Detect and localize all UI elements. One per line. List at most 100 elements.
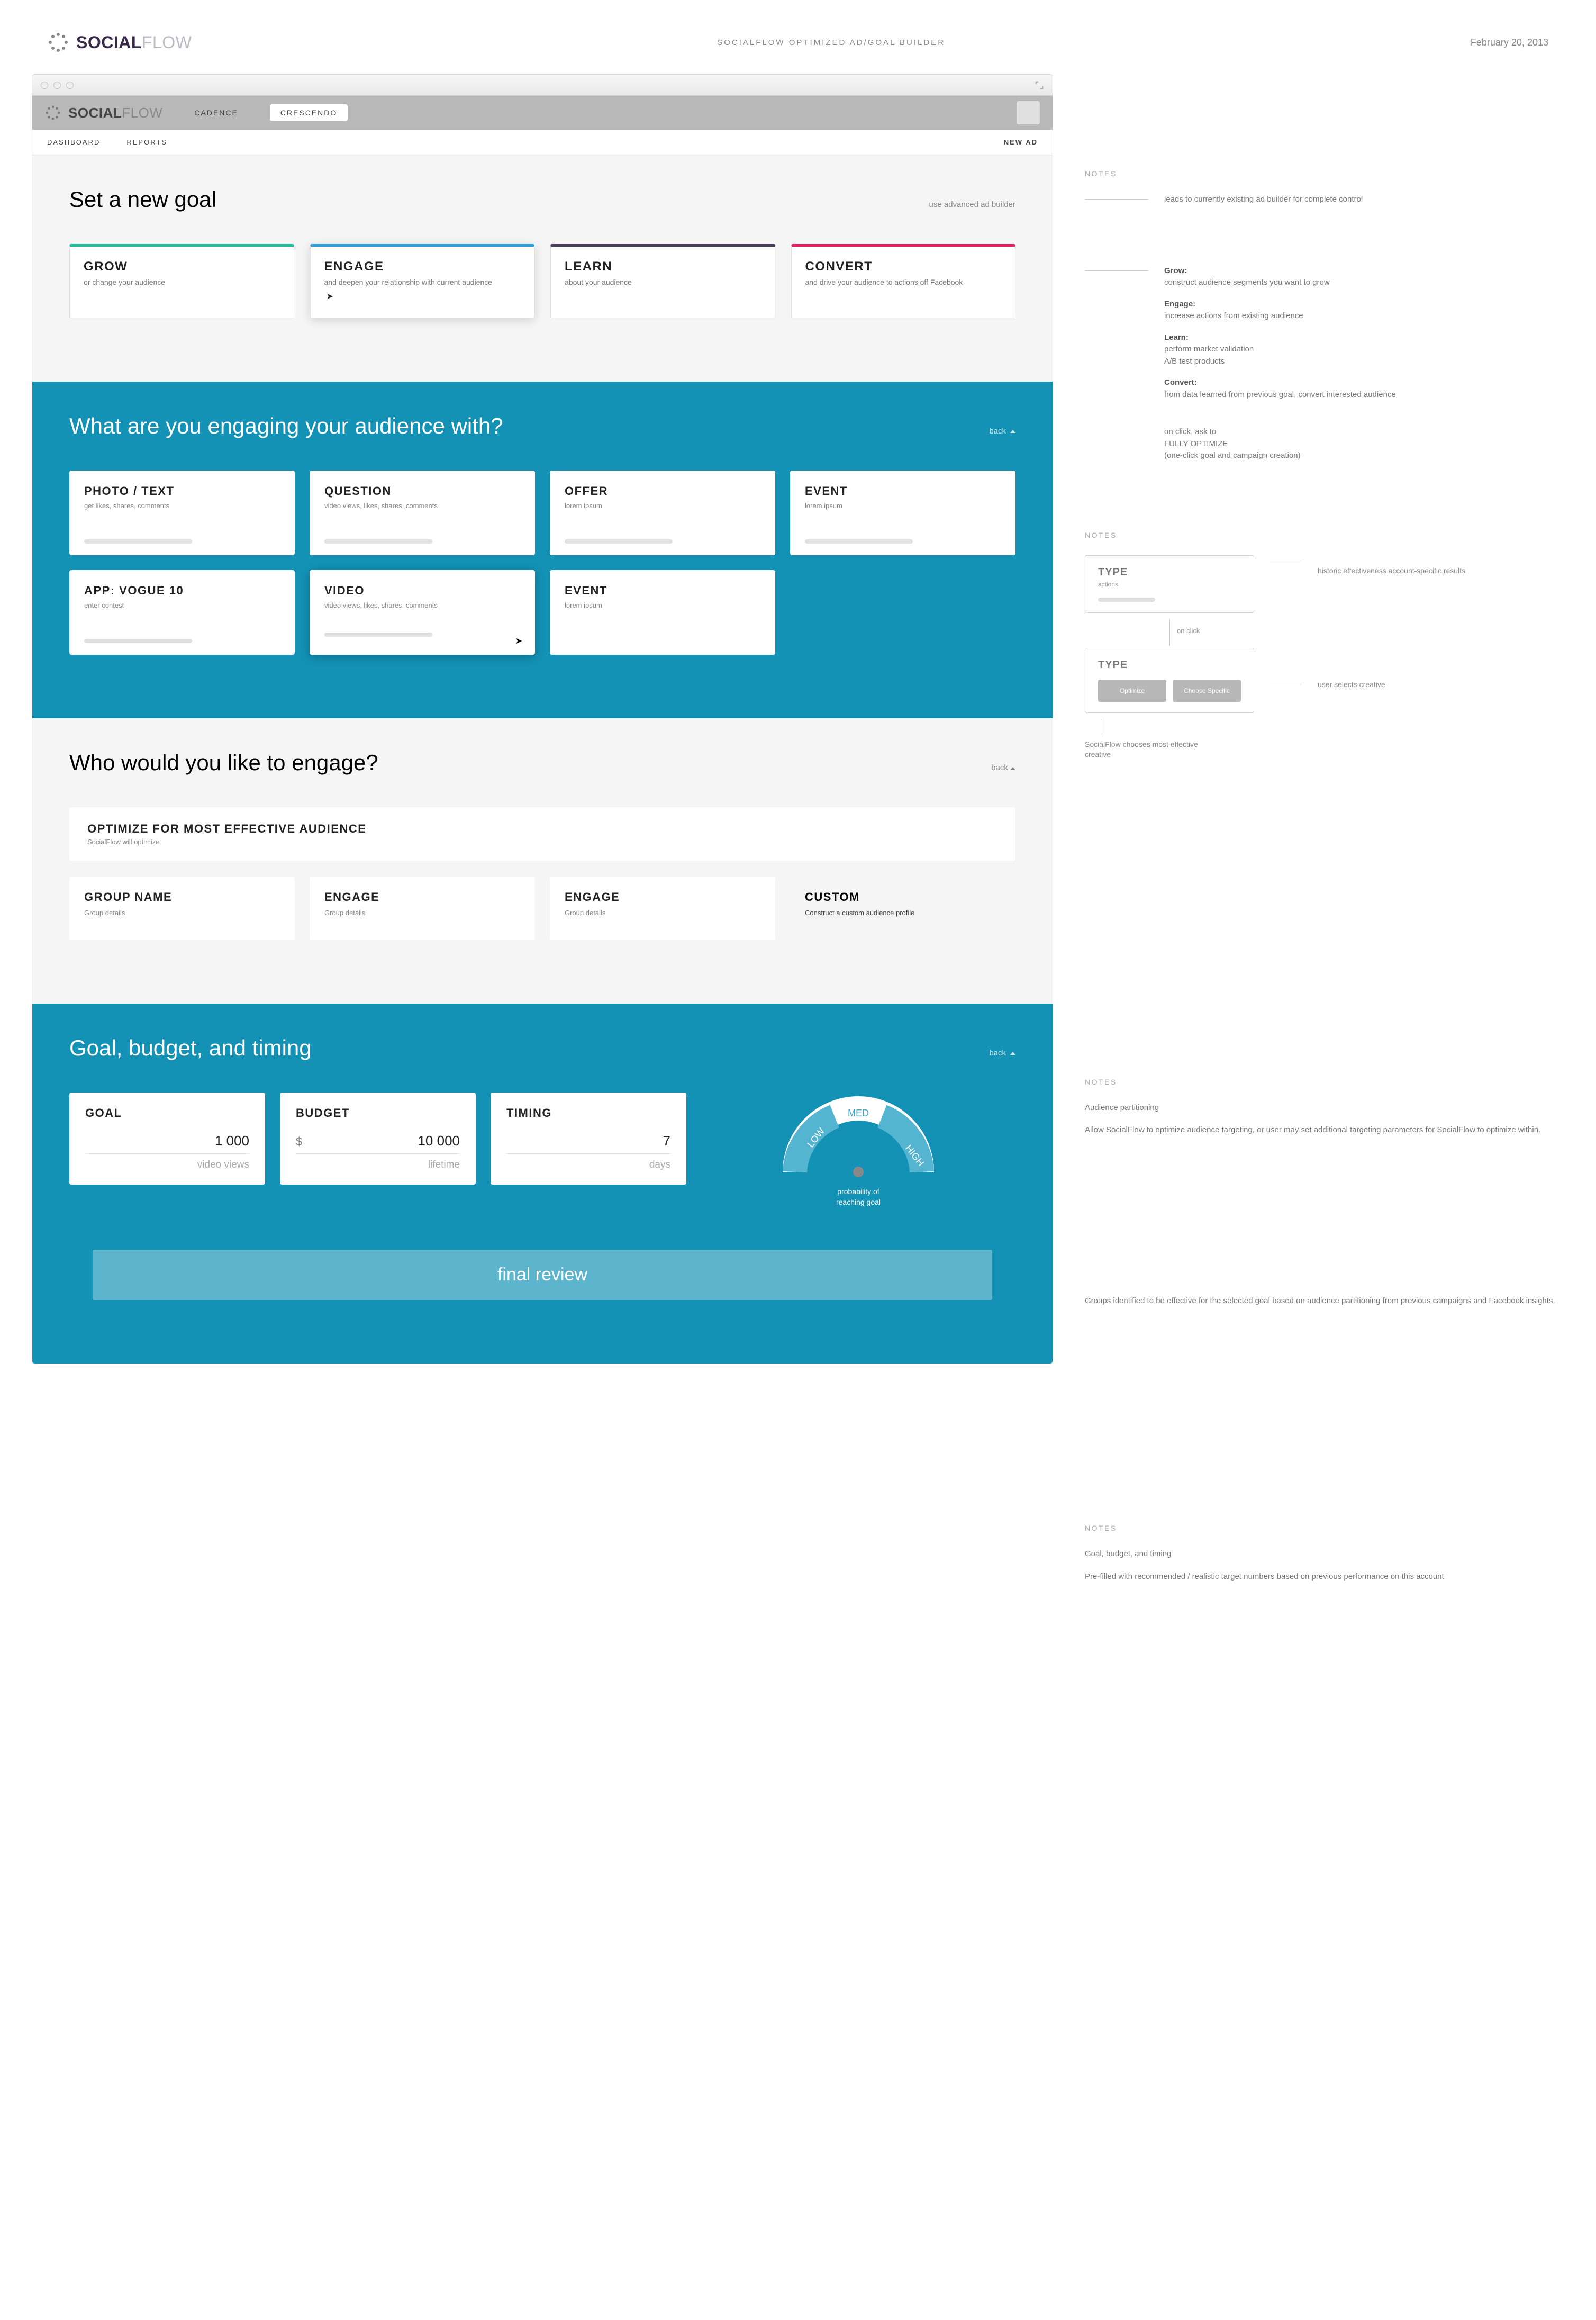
card-subtitle: Construct a custom audience profile <box>805 908 1001 918</box>
card-title: BUDGET <box>296 1106 460 1120</box>
expand-icon[interactable] <box>1035 80 1044 90</box>
card-title: TIMING <box>506 1106 670 1120</box>
engage-card[interactable]: VIDEO video views, likes, shares, comment… <box>310 570 535 655</box>
budget-unit: lifetime <box>296 1159 460 1171</box>
card-subtitle: about your audience <box>565 277 761 288</box>
type-card-expanded: TYPE Optimize Choose Specific <box>1085 648 1254 713</box>
card-title: CUSTOM <box>805 890 1001 904</box>
engage-card[interactable]: OFFER lorem ipsum <box>550 471 775 555</box>
effectiveness-bar <box>84 539 192 544</box>
notes-heading: NOTES <box>1085 1078 1564 1086</box>
card-subtitle: actions <box>1098 581 1241 588</box>
final-review-button[interactable]: final review <box>93 1250 992 1300</box>
notes-heading: NOTES <box>1085 1524 1564 1532</box>
page-date: February 20, 2013 <box>1471 37 1548 48</box>
card-title: GOAL <box>85 1106 249 1120</box>
card-subtitle: and deepen your relationship with curren… <box>324 277 521 288</box>
card-subtitle: lorem ipsum <box>805 501 1001 511</box>
card-title: TYPE <box>1098 659 1241 671</box>
back-link[interactable]: back <box>989 427 1015 436</box>
goal-card-grow[interactable]: GROWor change your audience <box>69 244 294 318</box>
note-text: SocialFlow chooses most effective creati… <box>1085 739 1222 760</box>
gauge-med-label: MED <box>848 1108 869 1118</box>
card-title: QUESTION <box>324 484 520 498</box>
card-subtitle: lorem ipsum <box>565 501 760 511</box>
chevron-up-icon <box>1010 430 1015 433</box>
app-logo: SOCIALFLOW <box>45 105 162 121</box>
optimize-button[interactable]: Optimize <box>1098 680 1166 702</box>
section-set-goal: Set a new goal use advanced ad builder G… <box>32 155 1053 382</box>
window-chrome <box>32 75 1053 96</box>
audience-card-custom[interactable]: CUSTOM Construct a custom audience profil… <box>790 877 1015 940</box>
chevron-up-icon <box>1010 767 1015 770</box>
card-title: TYPE <box>1098 566 1241 579</box>
effectiveness-bar <box>565 539 673 544</box>
new-ad-button[interactable]: NEW AD <box>1004 138 1038 146</box>
back-link[interactable]: back <box>989 1049 1015 1058</box>
engage-card[interactable]: PHOTO / TEXTget likes, shares, comments <box>69 471 295 555</box>
back-link[interactable]: back <box>991 763 1015 772</box>
goal-card-engage[interactable]: ENGAGE and deepen your relationship with … <box>310 244 535 318</box>
card-title: GROUP NAME <box>84 890 280 904</box>
engage-card[interactable]: EVENTlorem ipsum <box>550 570 775 655</box>
tab-crescendo[interactable]: CRESCENDO <box>270 104 348 121</box>
nav-dashboard[interactable]: DASHBOARD <box>47 138 100 146</box>
audience-card[interactable]: ENGAGEGroup details <box>550 877 775 940</box>
card-subtitle: Group details <box>565 908 760 918</box>
avatar[interactable] <box>1017 101 1040 124</box>
nav-reports[interactable]: REPORTS <box>126 138 167 146</box>
section-who-engage: Who would you like to engage? back OPTIM… <box>32 718 1053 1004</box>
note-text: Pre-filled with recommended / realistic … <box>1085 1571 1564 1583</box>
goal-value[interactable]: 1 000 <box>215 1133 249 1149</box>
note-text: Allow SocialFlow to optimize audience ta… <box>1085 1124 1564 1136</box>
card-subtitle: video views, likes, shares, comments <box>324 601 520 610</box>
note-text: Grow:construct audience segments you wan… <box>1164 265 1396 289</box>
choose-specific-button[interactable]: Choose Specific <box>1173 680 1241 702</box>
app-window: SOCIALFLOW CADENCE CRESCENDO DASHBOARD R… <box>32 74 1053 1364</box>
effectiveness-bar <box>805 539 913 544</box>
section-title: Set a new goal <box>69 187 216 212</box>
note-text: Convert:from data learned from previous … <box>1164 377 1396 401</box>
sub-nav-bar: DASHBOARD REPORTS NEW AD <box>32 130 1053 155</box>
card-title: OPTIMIZE FOR MOST EFFECTIVE AUDIENCE <box>87 822 998 836</box>
section-goal-budget-timing: Goal, budget, and timing back GOAL 1 000… <box>32 1004 1053 1364</box>
card-title: EVENT <box>805 484 1001 498</box>
card-title: OFFER <box>565 484 760 498</box>
tab-cadence[interactable]: CADENCE <box>184 104 248 121</box>
card-subtitle: lorem ipsum <box>565 601 760 610</box>
goal-card[interactable]: GOAL 1 000 video views <box>69 1093 265 1185</box>
budget-card[interactable]: BUDGET $10 000 lifetime <box>280 1093 476 1185</box>
engage-card[interactable]: EVENT lorem ipsum <box>790 471 1015 555</box>
card-subtitle: and drive your audience to actions off F… <box>805 277 1002 288</box>
card-title: ENGAGE <box>324 259 521 274</box>
brand-wordmark: SOCIALFLOW <box>76 33 192 52</box>
timing-card[interactable]: TIMING 7 days <box>491 1093 686 1185</box>
audience-card[interactable]: ENGAGEGroup details <box>310 877 535 940</box>
card-title: VIDEO <box>324 584 520 598</box>
type-card-collapsed[interactable]: TYPE actions <box>1085 555 1254 613</box>
budget-value[interactable]: 10 000 <box>418 1133 460 1149</box>
engage-card[interactable]: APP: VOGUE 10enter contest <box>69 570 295 655</box>
engage-card[interactable]: QUESTION video views, likes, shares, comm… <box>310 471 535 555</box>
note-text: Goal, budget, and timing <box>1085 1548 1564 1560</box>
note-text: Groups identified to be effective for th… <box>1085 1295 1564 1307</box>
goal-card-learn[interactable]: LEARNabout your audience <box>550 244 775 318</box>
card-subtitle: video views, likes, shares, comments <box>324 501 520 511</box>
traffic-lights[interactable] <box>41 82 74 89</box>
card-subtitle: Group details <box>84 908 280 918</box>
note-text: historic effectiveness account-specific … <box>1318 555 1465 576</box>
timing-value[interactable]: 7 <box>663 1133 670 1149</box>
notes-heading: NOTES <box>1085 169 1564 178</box>
effectiveness-bar <box>324 539 432 544</box>
advanced-builder-link[interactable]: use advanced ad builder <box>929 200 1015 209</box>
optimize-audience-card[interactable]: OPTIMIZE FOR MOST EFFECTIVE AUDIENCE Soc… <box>69 807 1015 861</box>
notes-column: NOTES leads to currently existing ad bui… <box>1085 74 1564 1614</box>
card-subtitle: or change your audience <box>84 277 280 288</box>
page-header: SOCIALFLOW SOCIALFLOW OPTIMIZED AD/GOAL … <box>32 32 1564 74</box>
audience-card[interactable]: GROUP NAME Group details <box>69 877 295 940</box>
note-text: Audience partitioning <box>1085 1102 1564 1114</box>
cursor-icon: ➤ <box>515 636 522 646</box>
cursor-icon: ➤ <box>327 292 333 301</box>
page-title: SOCIALFLOW OPTIMIZED AD/GOAL BUILDER <box>717 38 945 47</box>
goal-card-convert[interactable]: CONVERTand drive your audience to action… <box>791 244 1016 318</box>
